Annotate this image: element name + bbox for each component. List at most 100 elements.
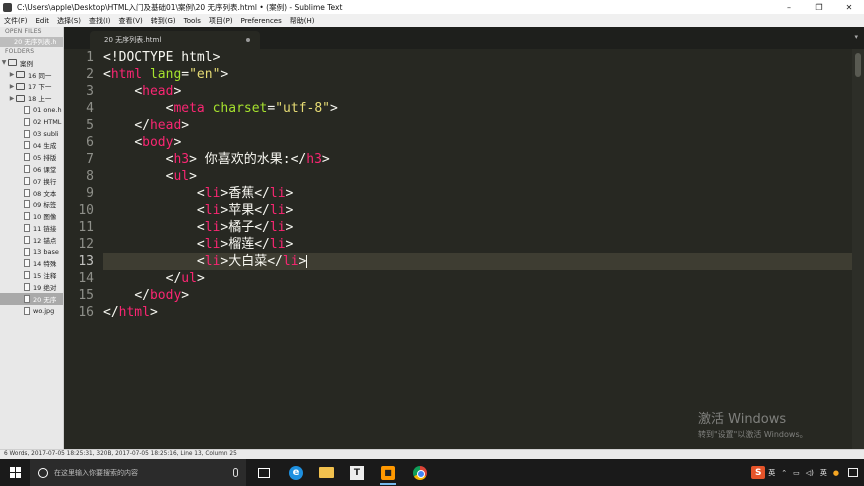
sublime-text-button[interactable]: ■ [378, 463, 398, 485]
code-area[interactable]: <!DOCTYPE html> <html lang="en"> <head> <… [103, 49, 852, 321]
window-controls: – ❐ ✕ [774, 0, 864, 14]
menu-tools[interactable]: Tools [180, 17, 205, 25]
menu-goto[interactable]: 转到(G) [147, 16, 180, 26]
collapsed-arrow-icon[interactable]: ▶ [8, 71, 16, 78]
start-button[interactable] [0, 459, 30, 486]
code-token: html [110, 67, 143, 82]
scrollbar-thumb[interactable] [855, 53, 861, 77]
collapsed-arrow-icon[interactable]: ▶ [8, 83, 16, 90]
file-item[interactable]: 19 绝对 [0, 281, 63, 293]
menu-view[interactable]: 查看(V) [115, 16, 147, 26]
close-button[interactable]: ✕ [834, 0, 864, 14]
collapsed-arrow-icon[interactable]: ▶ [8, 95, 16, 102]
code-line[interactable]: <h3> 你喜欢的水果:</h3> [103, 151, 852, 168]
file-item[interactable]: 15 注释 [0, 269, 63, 281]
edge-button[interactable]: e [286, 463, 306, 482]
code-line[interactable]: <body> [103, 134, 852, 151]
file-item[interactable]: 10 图像 [0, 210, 63, 222]
subfolder-item[interactable]: ▶ 17 下一 [0, 81, 63, 93]
menu-edit[interactable]: Edit [32, 17, 54, 25]
network-icon[interactable]: ▭ [793, 469, 800, 477]
code-line[interactable]: <li>苹果</li> [103, 202, 852, 219]
code-line[interactable]: <li>榴莲</li> [103, 236, 852, 253]
code-line[interactable]: <html lang="en"> [103, 66, 852, 83]
sogou-ime-icon[interactable]: S [751, 466, 766, 479]
code-line[interactable]: <li>大白菜</li> [103, 253, 852, 270]
code-editor[interactable]: 1 2 3 4 5 6 7 8 9 10 11 12 13 14 15 16 <!DOCTYPE html> <… [64, 49, 852, 449]
code-line[interactable]: </body> [103, 287, 852, 304]
file-item[interactable]: 14 特殊 [0, 258, 63, 270]
menu-preferences[interactable]: Preferences [237, 17, 286, 25]
subfolder-item[interactable]: ▶ 16 同一 [0, 69, 63, 81]
task-view-button[interactable] [254, 463, 274, 482]
expanded-arrow-icon[interactable]: ▼ [0, 59, 8, 66]
code-line[interactable]: </ul> [103, 270, 852, 287]
open-file-item[interactable]: 20 无序列表.h [0, 37, 63, 47]
code-token: < [134, 135, 143, 150]
chrome-button[interactable] [410, 463, 430, 482]
menu-project[interactable]: 项目(P) [205, 16, 237, 26]
code-token: >橘子</ [220, 220, 270, 235]
code-token: > [285, 237, 294, 252]
file-item[interactable]: 04 生成 [0, 140, 63, 152]
task-view-icon [258, 467, 270, 478]
code-line[interactable]: <ul> [103, 168, 852, 185]
file-item[interactable]: wo.jpg [0, 305, 63, 317]
tab-overflow-arrow-icon[interactable]: ▾ [854, 33, 858, 41]
code-line[interactable]: <meta charset="utf-8"> [103, 100, 852, 117]
menu-file[interactable]: 文件(F) [0, 16, 32, 26]
code-token: >大白菜</ [220, 254, 283, 269]
tray-overflow-icon[interactable]: ⌃ [781, 469, 787, 477]
file-item[interactable]: 02 HTML [0, 116, 63, 128]
root-folder[interactable]: ▼ 案例 [0, 57, 63, 69]
subfolder-label: 16 同一 [28, 71, 52, 80]
file-item[interactable]: 08 文本 [0, 187, 63, 199]
action-center-icon[interactable] [848, 468, 858, 477]
line-number: 3 [86, 84, 94, 99]
vertical-scrollbar[interactable] [852, 49, 864, 449]
code-line[interactable]: <li>橘子</li> [103, 219, 852, 236]
code-line[interactable]: <!DOCTYPE html> [103, 49, 852, 66]
volume-icon[interactable]: ◁) [806, 469, 814, 477]
menu-help[interactable]: 帮助(H) [286, 16, 319, 26]
code-line[interactable]: <li>香蕉</li> [103, 185, 852, 202]
taskbar-search-box[interactable]: 在这里输入你要搜索的内容 [30, 459, 246, 486]
file-item[interactable]: 12 锚点 [0, 234, 63, 246]
tray-app-icon[interactable]: ● [833, 469, 839, 477]
sublime-app-icon [3, 2, 12, 12]
file-item[interactable]: 11 链接 [0, 222, 63, 234]
code-token: > [181, 118, 190, 133]
ime-language-indicator[interactable]: 英 [768, 468, 775, 478]
file-item[interactable]: 20 无序 [0, 292, 63, 305]
code-token: "en" [189, 67, 221, 82]
code-line[interactable]: <head> [103, 83, 852, 100]
file-explorer-button[interactable] [316, 463, 336, 482]
file-label: 20 无序 [33, 295, 57, 304]
ime-mode-indicator[interactable]: 英 [820, 468, 827, 478]
file-item[interactable]: 03 subli [0, 128, 63, 140]
unsaved-dot-icon[interactable] [246, 38, 250, 42]
file-icon [24, 224, 30, 233]
maximize-button[interactable]: ❐ [804, 0, 834, 14]
code-line[interactable]: </head> [103, 117, 852, 134]
microphone-icon[interactable] [233, 468, 238, 477]
file-item[interactable]: 05 排版 [0, 151, 63, 163]
file-item[interactable]: 13 base [0, 246, 63, 258]
tab-active-file[interactable]: 20 无序列表.html [90, 31, 260, 49]
file-label: 04 生成 [33, 142, 57, 151]
file-label: 09 标签 [33, 201, 57, 210]
subfolder-item[interactable]: ▶ 18 上一 [0, 92, 63, 104]
file-item[interactable]: 01 one.h [0, 104, 63, 116]
file-item[interactable]: 06 课堂 [0, 163, 63, 175]
folder-icon [16, 71, 25, 79]
file-label: wo.jpg [33, 306, 55, 315]
code-token: > [330, 101, 338, 116]
menu-find[interactable]: 查找(I) [85, 16, 115, 26]
file-item[interactable]: 09 标签 [0, 199, 63, 211]
minimize-button[interactable]: – [774, 0, 804, 14]
menu-selection[interactable]: 选择(S) [53, 16, 85, 26]
code-line[interactable]: </html> [103, 304, 852, 321]
typora-button[interactable]: T [347, 463, 367, 482]
file-item[interactable]: 07 换行 [0, 175, 63, 187]
